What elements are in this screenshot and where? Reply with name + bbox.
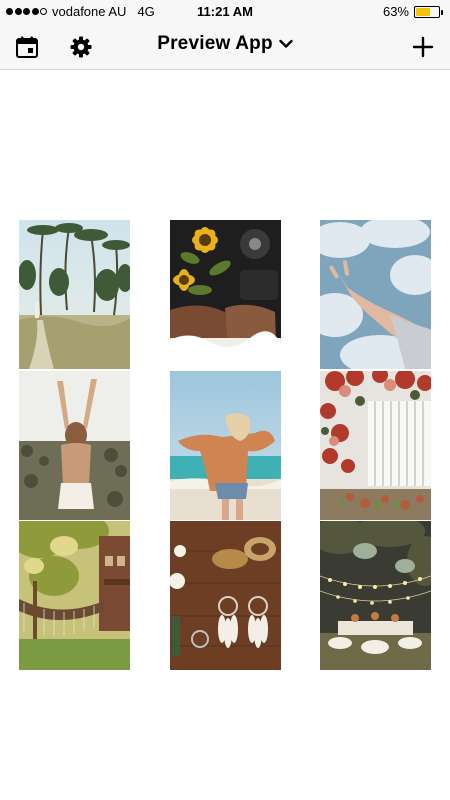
- status-bar: vodafone AU 4G 11:21 AM 63%: [0, 0, 450, 24]
- page-title: Preview App: [157, 33, 273, 54]
- chevron-down-icon: [279, 33, 293, 55]
- photo-tile[interactable]: [169, 220, 281, 369]
- sunflower-car-photo: [169, 220, 281, 369]
- photo-tile[interactable]: [320, 220, 431, 369]
- nav-title-area: Preview App: [0, 33, 450, 55]
- hand-sky-photo: [320, 220, 431, 369]
- woman-field-photo: [19, 370, 130, 520]
- treehouse-bridge-photo: [19, 521, 130, 670]
- status-right: 63%: [382, 4, 443, 19]
- photo-tile[interactable]: [320, 370, 431, 520]
- battery-icon: [414, 5, 443, 18]
- photo-tile[interactable]: [19, 220, 130, 369]
- palm-trees-photo: [19, 220, 130, 369]
- photo-tile[interactable]: [19, 370, 130, 520]
- plus-icon[interactable]: [409, 33, 437, 61]
- garden-party-lights-photo: [320, 521, 431, 670]
- photo-grid: [19, 220, 431, 670]
- photo-tile[interactable]: [19, 521, 130, 670]
- photo-tile[interactable]: [169, 370, 281, 520]
- photo-tile[interactable]: [320, 521, 431, 670]
- dreamcatcher-flatlay-photo: [169, 521, 281, 670]
- woman-beach-photo: [169, 370, 281, 520]
- flower-arch-photo: [320, 370, 431, 520]
- photo-tile[interactable]: [169, 521, 281, 670]
- battery-percent: 63%: [382, 4, 409, 19]
- navigation-bar: Preview App: [0, 24, 450, 70]
- app-switcher-button[interactable]: Preview App: [157, 33, 293, 55]
